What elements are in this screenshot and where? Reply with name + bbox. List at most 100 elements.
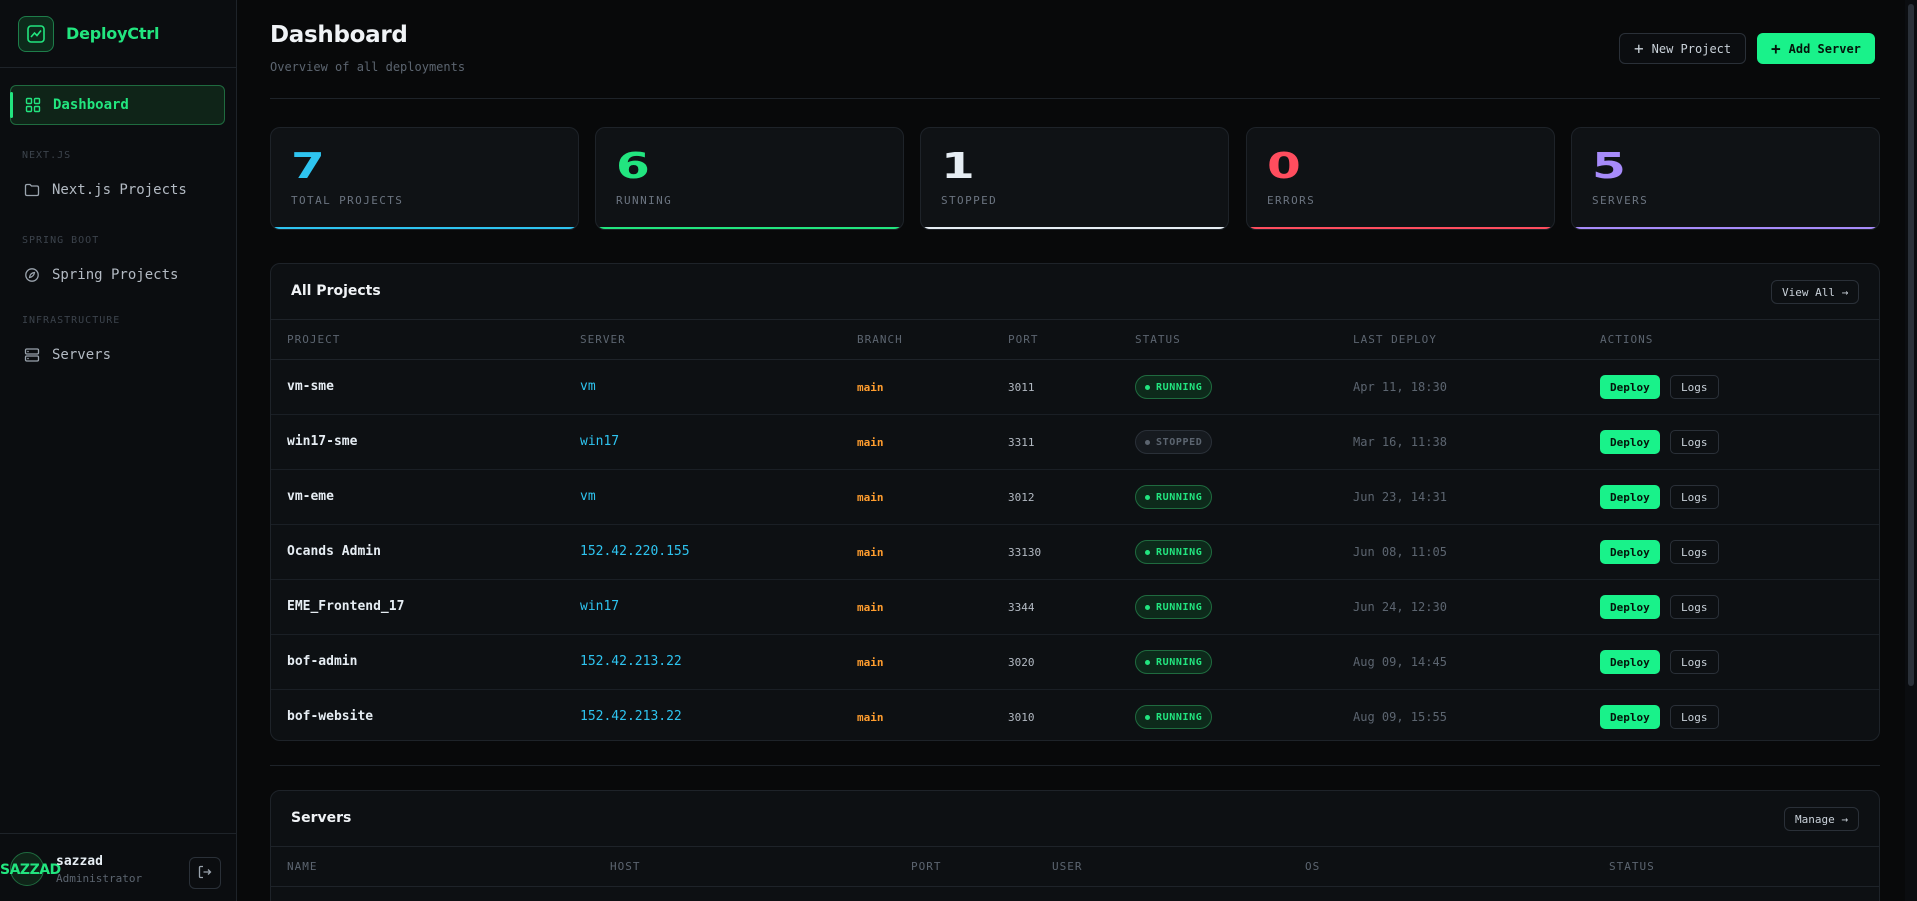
project-name[interactable]: bof-admin: [287, 654, 357, 669]
projects-panel-title: All Projects: [291, 283, 381, 299]
server-link[interactable]: vm: [580, 489, 596, 504]
add-server-label: Add Server: [1788, 41, 1861, 56]
branch-name: main: [857, 491, 884, 504]
stat-value: 5: [1592, 146, 1626, 187]
page-scrollbar[interactable]: [1905, 0, 1917, 901]
server-link[interactable]: win17: [580, 599, 619, 614]
status-badge: RUNNING: [1135, 485, 1213, 509]
sidebar-item-nextjs-projects[interactable]: Next.js Projects: [10, 170, 225, 210]
server-link[interactable]: win17: [580, 434, 619, 449]
status-badge: RUNNING: [1135, 540, 1213, 564]
table-row[interactable]: vm-eme vm main 3012 RUNNING Jun 23, 14:31 Depl…: [271, 470, 1879, 525]
deploy-button[interactable]: Deploy: [1600, 540, 1660, 564]
status-dot-icon: [1145, 439, 1150, 445]
project-name[interactable]: vm-sme: [287, 379, 334, 394]
logs-button[interactable]: Logs: [1670, 485, 1719, 509]
stat-card-errors: 0 ERRORS: [1246, 127, 1555, 230]
project-name[interactable]: EME_Frontend_17: [287, 599, 404, 614]
page-subtitle: Overview of all deployments: [270, 60, 466, 74]
brand[interactable]: DeployCtrl: [0, 0, 236, 68]
server-link[interactable]: vm: [580, 379, 596, 394]
server-link[interactable]: 152.42.213.22: [580, 654, 682, 669]
status-dot-icon: [1145, 384, 1150, 390]
branch-name: main: [857, 381, 884, 394]
sidebar-item-label: Dashboard: [53, 97, 129, 113]
status-badge: RUNNING: [1135, 595, 1213, 619]
status-text: RUNNING: [1156, 381, 1203, 393]
manage-servers-button[interactable]: Manage →: [1784, 807, 1859, 831]
project-name[interactable]: Ocands Admin: [287, 544, 381, 559]
column-header: USER: [1052, 860, 1083, 873]
logs-button[interactable]: Logs: [1670, 705, 1719, 729]
table-row[interactable]: bof-website 152.42.213.22 main 3010 RUNNING A…: [271, 690, 1879, 740]
view-all-button[interactable]: View All →: [1771, 280, 1860, 304]
projects-table-header: PROJECT SERVER BRANCH PORT STATUS LAST D…: [271, 320, 1879, 360]
logout-button[interactable]: [189, 857, 221, 889]
table-row[interactable]: vm-sme vm main 3011 RUNNING Apr 11, 18:30 Depl…: [271, 360, 1879, 415]
deploy-button[interactable]: Deploy: [1600, 485, 1660, 509]
project-name[interactable]: bof-website: [287, 709, 373, 724]
new-project-label: New Project: [1651, 41, 1732, 56]
logs-button[interactable]: Logs: [1670, 540, 1719, 564]
user-block: SAZZAD sazzad Administrator: [0, 833, 237, 901]
logout-icon: [198, 864, 212, 883]
column-header: PORT: [911, 860, 942, 873]
deploy-button[interactable]: Deploy: [1600, 705, 1660, 729]
port-value: 3010: [1008, 711, 1035, 724]
servers-panel-title: Servers: [291, 810, 352, 826]
column-header: HOST: [610, 860, 641, 873]
nav-section-nextjs: NEXT.JS: [22, 150, 72, 161]
stat-label: STOPPED: [941, 194, 998, 207]
stat-label: RUNNING: [616, 194, 673, 207]
column-header: NAME: [287, 860, 318, 873]
header-divider: [270, 98, 1880, 99]
server-icon: [24, 347, 40, 363]
deploy-button[interactable]: Deploy: [1600, 650, 1660, 674]
status-text: RUNNING: [1156, 546, 1203, 558]
project-name[interactable]: win17-sme: [287, 434, 357, 449]
scrollbar-thumb[interactable]: [1908, 4, 1914, 686]
stat-card-total-projects: 7 TOTAL PROJECTS: [270, 127, 579, 230]
add-server-button[interactable]: + Add Server: [1757, 33, 1875, 64]
status-text: STOPPED: [1156, 436, 1203, 448]
deploy-button[interactable]: Deploy: [1600, 430, 1660, 454]
branch-name: main: [857, 601, 884, 614]
sidebar-item-spring-projects[interactable]: Spring Projects: [10, 255, 225, 295]
branch-name: main: [857, 656, 884, 669]
logs-button[interactable]: Logs: [1670, 650, 1719, 674]
nav-section-spring-boot: SPRING BOOT: [22, 235, 100, 246]
new-project-button[interactable]: + New Project: [1619, 33, 1747, 64]
server-link[interactable]: 152.42.213.22: [580, 709, 682, 724]
column-header: ACTIONS: [1600, 333, 1654, 346]
deploy-button[interactable]: Deploy: [1600, 595, 1660, 619]
port-value: 3020: [1008, 656, 1035, 669]
sidebar-item-servers[interactable]: Servers: [10, 335, 225, 375]
status-dot-icon: [1145, 549, 1150, 555]
grid-icon: [25, 97, 41, 113]
logs-button[interactable]: Logs: [1670, 595, 1719, 619]
logs-button[interactable]: Logs: [1670, 375, 1719, 399]
status-text: RUNNING: [1156, 491, 1203, 503]
user-role: Administrator: [56, 872, 143, 885]
table-row[interactable]: Ocands Admin 152.42.220.155 main 33130 RUNNI…: [271, 525, 1879, 580]
port-value: 3011: [1008, 381, 1035, 394]
stat-label: ERRORS: [1267, 194, 1316, 207]
user-name: sazzad: [56, 854, 103, 869]
section-divider: [270, 765, 1880, 766]
table-row[interactable]: EME_Frontend_17 win17 main 3344 RUNNING Jun 2…: [271, 580, 1879, 635]
last-deploy: Mar 16, 11:38: [1353, 435, 1447, 449]
sidebar-item-dashboard[interactable]: Dashboard: [10, 85, 225, 125]
branch-name: main: [857, 711, 884, 724]
port-value: 3012: [1008, 491, 1035, 504]
folder-icon: [24, 182, 40, 198]
logs-button[interactable]: Logs: [1670, 430, 1719, 454]
plus-icon: +: [1634, 38, 1644, 58]
status-text: RUNNING: [1156, 601, 1203, 613]
table-row[interactable]: win17-sme win17 main 3311 STOPPED Mar 16, 11:…: [271, 415, 1879, 470]
status-text: RUNNING: [1156, 711, 1203, 723]
table-row[interactable]: bof-admin 152.42.213.22 main 3020 RUNNING Aug…: [271, 635, 1879, 690]
project-name[interactable]: vm-eme: [287, 489, 334, 504]
projects-panel-header: All Projects View All →: [271, 264, 1879, 320]
deploy-button[interactable]: Deploy: [1600, 375, 1660, 399]
server-link[interactable]: 152.42.220.155: [580, 544, 690, 559]
